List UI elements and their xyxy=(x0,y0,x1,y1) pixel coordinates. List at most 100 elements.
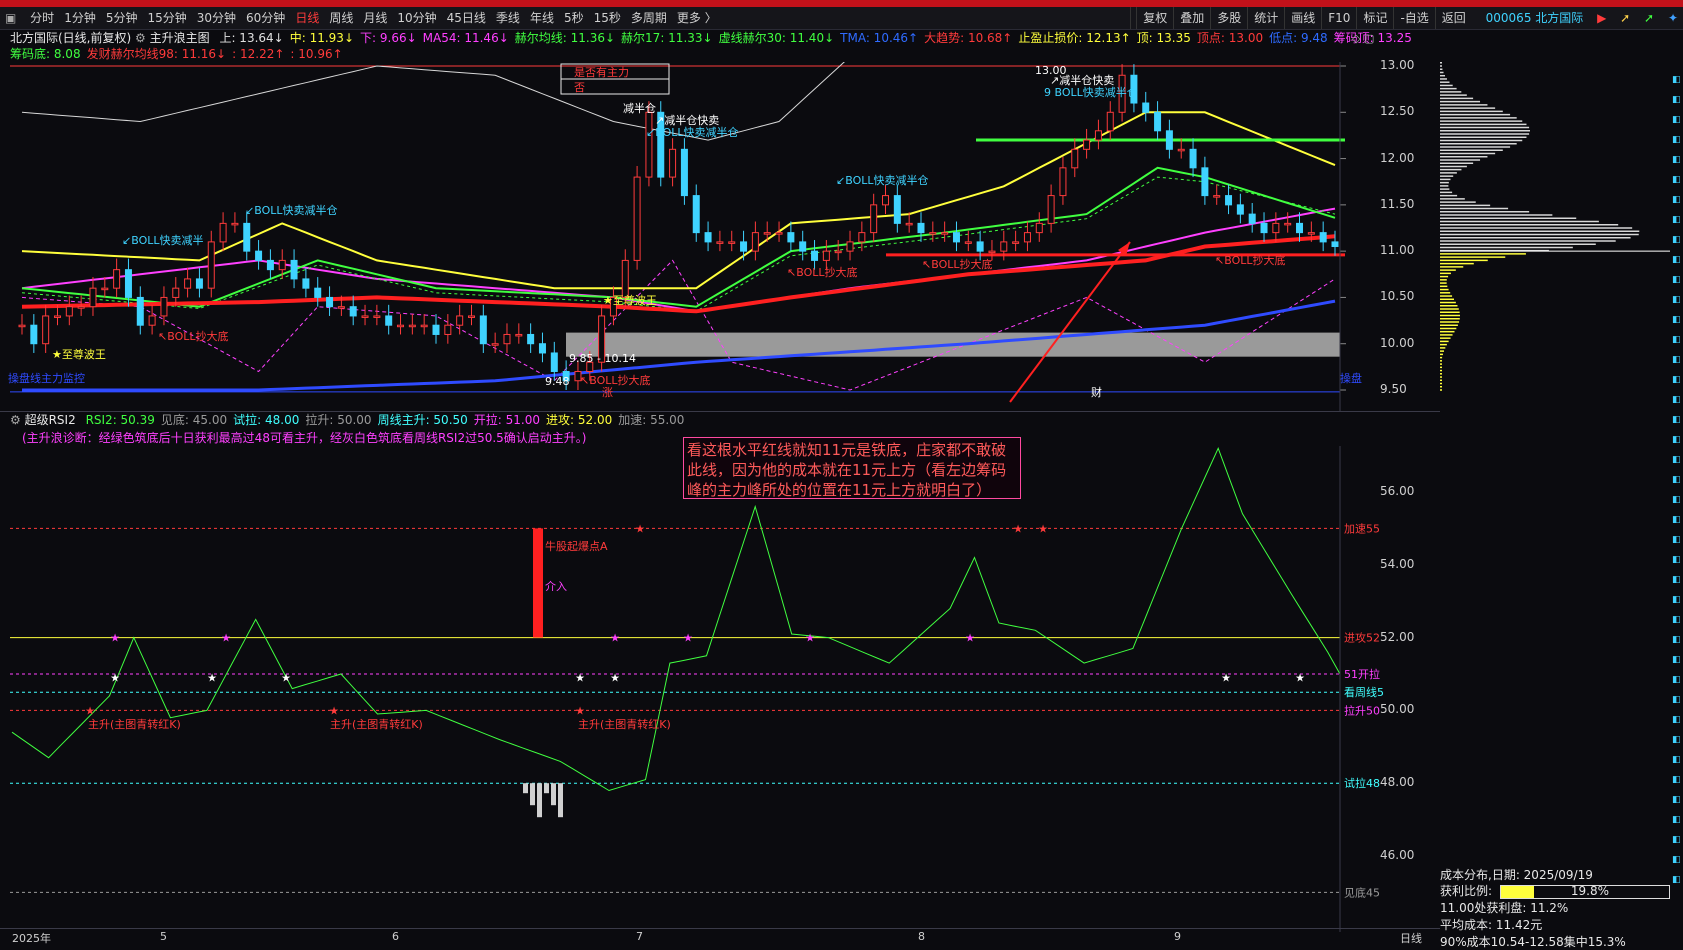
candle[interactable] xyxy=(278,259,286,271)
toolbar-button[interactable]: F10 xyxy=(1321,7,1356,29)
candle[interactable] xyxy=(1071,148,1079,169)
panel-control-icons[interactable]: ◇ ▢ xyxy=(1352,32,1374,45)
candle[interactable] xyxy=(89,287,97,308)
period-tab[interactable]: 45日线 xyxy=(442,7,491,29)
period-tab[interactable]: 10分钟 xyxy=(392,7,441,29)
candle[interactable] xyxy=(893,195,901,224)
candle[interactable] xyxy=(172,287,180,298)
candle[interactable] xyxy=(740,241,748,252)
candle[interactable] xyxy=(326,296,334,308)
candle[interactable] xyxy=(432,324,440,335)
candle[interactable] xyxy=(136,296,144,326)
rsi-name[interactable]: 超级RSI2 xyxy=(25,413,76,427)
candle[interactable] xyxy=(1142,102,1150,113)
period-tab[interactable]: 5分钟 xyxy=(101,7,143,29)
candle[interactable] xyxy=(479,315,487,345)
candle[interactable] xyxy=(976,241,984,252)
toolbar-button[interactable]: -自选 xyxy=(1393,7,1434,29)
candle[interactable] xyxy=(988,250,996,254)
candle[interactable] xyxy=(408,324,416,328)
toolbar-button[interactable]: 标记 xyxy=(1356,7,1393,29)
gear-icon[interactable]: ⚙ xyxy=(10,413,21,427)
candle[interactable] xyxy=(337,306,345,309)
candle[interactable] xyxy=(716,241,724,244)
candle[interactable] xyxy=(195,278,203,289)
candle[interactable] xyxy=(775,232,783,235)
candle[interactable] xyxy=(1260,222,1268,234)
candle[interactable] xyxy=(65,306,73,317)
candle[interactable] xyxy=(385,315,393,326)
candle[interactable] xyxy=(1213,195,1221,198)
candle[interactable] xyxy=(219,222,227,243)
candle[interactable] xyxy=(491,343,499,346)
candle[interactable] xyxy=(30,324,38,345)
candle[interactable] xyxy=(53,315,61,318)
candle[interactable] xyxy=(1331,241,1339,248)
period-tab[interactable]: 5秒 xyxy=(559,7,589,29)
candle[interactable] xyxy=(680,148,688,197)
candle[interactable] xyxy=(18,324,26,328)
candle[interactable] xyxy=(231,222,239,226)
candle[interactable] xyxy=(1000,241,1008,252)
candle[interactable] xyxy=(184,278,192,289)
candle[interactable] xyxy=(160,296,168,317)
candle[interactable] xyxy=(669,148,677,178)
period-tab[interactable]: 60分钟 xyxy=(241,7,290,29)
candle[interactable] xyxy=(373,315,381,318)
candle[interactable] xyxy=(124,269,132,298)
candle[interactable] xyxy=(870,204,878,234)
period-tab[interactable]: 多周期 xyxy=(626,7,672,29)
candle[interactable] xyxy=(952,232,960,243)
candle[interactable] xyxy=(266,259,274,271)
candle[interactable] xyxy=(207,241,215,289)
period-tab[interactable]: 年线 xyxy=(525,7,559,29)
settings-icon[interactable]: ✦ xyxy=(1663,7,1683,29)
candle[interactable] xyxy=(444,324,452,335)
toolbar-button[interactable]: 复权 xyxy=(1136,7,1173,29)
candle[interactable] xyxy=(420,324,428,328)
toolbar-button[interactable]: 统计 xyxy=(1247,7,1284,29)
candle[interactable] xyxy=(527,333,535,345)
candle[interactable] xyxy=(1165,130,1173,150)
candle[interactable] xyxy=(42,315,50,345)
candle[interactable] xyxy=(1059,167,1067,197)
candle[interactable] xyxy=(787,232,795,243)
candle[interactable] xyxy=(1225,195,1233,206)
candle[interactable] xyxy=(929,232,937,235)
candle[interactable] xyxy=(1083,139,1091,150)
candle[interactable] xyxy=(101,287,109,291)
candle[interactable] xyxy=(255,250,263,261)
candle[interactable] xyxy=(1047,195,1055,224)
candle[interactable] xyxy=(751,232,759,252)
period-tab[interactable]: 15分钟 xyxy=(142,7,191,29)
period-tab[interactable]: 30分钟 xyxy=(192,7,241,29)
candle[interactable] xyxy=(645,111,653,178)
candle[interactable] xyxy=(538,343,546,354)
candle[interactable] xyxy=(349,306,357,317)
candle[interactable] xyxy=(361,315,369,318)
candle[interactable] xyxy=(397,324,405,328)
candle[interactable] xyxy=(77,306,85,309)
period-tab[interactable]: 15秒 xyxy=(589,7,626,29)
candle[interactable] xyxy=(1177,148,1185,152)
candle[interactable] xyxy=(515,333,523,337)
candle[interactable] xyxy=(882,195,890,206)
candle[interactable] xyxy=(834,250,842,254)
indicator-name[interactable]: 主升浪主图 xyxy=(150,31,210,45)
candle[interactable] xyxy=(243,222,251,252)
candle[interactable] xyxy=(1248,213,1256,224)
rsi-chart[interactable]: 加速55 进攻52 51开拉看周线5 拉升50 试拉48 见底45 牛股起爆点A 介入主升(主… xyxy=(0,446,1440,932)
period-tab[interactable]: 月线 xyxy=(358,7,392,29)
candle[interactable] xyxy=(905,222,913,226)
candle[interactable] xyxy=(1307,232,1315,235)
gear-icon[interactable]: ⚙ xyxy=(135,31,146,45)
candle[interactable] xyxy=(964,241,972,244)
candle[interactable] xyxy=(1236,204,1244,215)
stock-code-name[interactable]: 000065 北方国际 xyxy=(1481,7,1589,29)
candle[interactable] xyxy=(728,241,736,244)
candle[interactable] xyxy=(1094,130,1102,141)
arrow-icon[interactable]: ➚ xyxy=(1615,7,1635,29)
period-tab[interactable]: 季线 xyxy=(491,7,525,29)
toolbar-button[interactable]: 画线 xyxy=(1284,7,1321,29)
candle[interactable] xyxy=(822,250,830,261)
